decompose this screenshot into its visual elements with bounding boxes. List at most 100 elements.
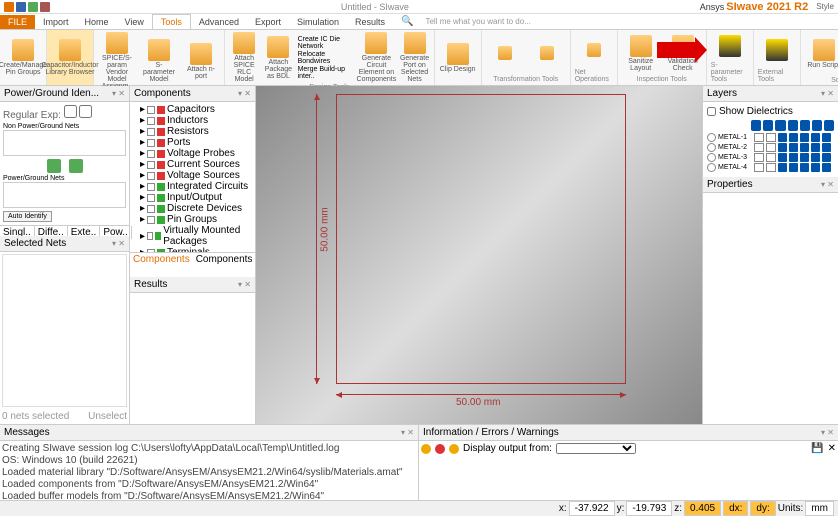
- layer-radio-4[interactable]: [707, 163, 716, 172]
- info-controls[interactable]: ▾ ✕: [821, 428, 834, 437]
- qat-undo-icon[interactable]: [28, 2, 38, 12]
- comp-inductors[interactable]: Inductors: [167, 115, 208, 126]
- highlight-arrow: [657, 42, 697, 58]
- qat-save-icon[interactable]: [16, 2, 26, 12]
- tab-advanced[interactable]: Advanced: [191, 15, 247, 29]
- status-y-label: y:: [617, 503, 625, 514]
- components-tab[interactable]: Components: [130, 253, 193, 277]
- layer-name-3: METAL-3: [718, 154, 752, 161]
- layer-radio-2[interactable]: [707, 143, 716, 152]
- messages-controls[interactable]: ▾ ✕: [401, 428, 414, 437]
- auto-identify-button[interactable]: Auto Identify: [3, 211, 52, 222]
- ribbon: Create/Manage Pin Groups Capacitor/Induc…: [0, 30, 838, 86]
- merge-buildup-button[interactable]: Merge Build-up inter..: [298, 66, 354, 80]
- show-dielectrics-check[interactable]: [707, 107, 716, 116]
- tab-home[interactable]: Home: [77, 15, 117, 29]
- non-pg-list[interactable]: [3, 130, 126, 156]
- tab-results[interactable]: Results: [347, 15, 393, 29]
- relocate-bondwires-button[interactable]: Relocate Bondwires: [298, 51, 354, 65]
- transform-button-2[interactable]: [528, 46, 566, 61]
- comp-ports[interactable]: Ports: [167, 137, 190, 148]
- info-icon[interactable]: [421, 444, 431, 454]
- attach-package-button[interactable]: Attach Package as BDL: [263, 36, 293, 80]
- window-title: Untitled - SIwave: [52, 2, 698, 12]
- create-ic-die-button[interactable]: Create IC Die Network: [298, 36, 354, 50]
- layer-radio-1[interactable]: [707, 133, 716, 142]
- attach-spice-button[interactable]: Attach SPICE RLC Model: [229, 32, 259, 83]
- spice-model-button[interactable]: SPICE/S-param Vendor Model Assignm..: [98, 32, 136, 90]
- tab-tools[interactable]: Tools: [152, 14, 191, 29]
- net-op-button[interactable]: [575, 43, 613, 58]
- display-output-select[interactable]: [556, 443, 636, 454]
- selnets-controls[interactable]: ▾ ✕: [112, 239, 125, 248]
- ribbon-tabs: FILE Import Home View Tools Advanced Exp…: [0, 14, 838, 30]
- cap-inductor-lib-button[interactable]: Capacitor/Inductor Library Browser: [51, 39, 89, 76]
- net-ops-label: Net Operations: [575, 69, 613, 83]
- tell-me-input[interactable]: Tell me what you want to do...: [425, 17, 530, 26]
- comp-io[interactable]: Input/Output: [167, 192, 222, 203]
- clip-design-button[interactable]: Clip Design: [439, 43, 477, 73]
- gen-port-button[interactable]: Generate Port on Selected Nets: [399, 32, 429, 83]
- qat-redo-icon[interactable]: [40, 2, 50, 12]
- selnets-count: 0 nets selected: [2, 411, 69, 422]
- layer-radio-3[interactable]: [707, 153, 716, 162]
- layer-name-1: METAL-1: [718, 134, 752, 141]
- inspection-tools-label: Inspection Tools: [637, 76, 687, 83]
- tab-simulation[interactable]: Simulation: [289, 15, 347, 29]
- comp-discrete[interactable]: Discrete Devices: [167, 203, 242, 214]
- comp-resistors[interactable]: Resistors: [167, 126, 209, 137]
- units-value[interactable]: mm: [805, 501, 834, 516]
- properties-controls[interactable]: ▾ ✕: [821, 180, 834, 189]
- comp-vprobes[interactable]: Voltage Probes: [167, 148, 235, 159]
- comp-csources[interactable]: Current Sources: [167, 159, 240, 170]
- search-icon: 🔍: [401, 16, 413, 27]
- pin-groups-button[interactable]: Create/Manage Pin Groups: [4, 39, 42, 76]
- info-clear-icon[interactable]: ✕: [828, 443, 836, 454]
- sparam-model-button[interactable]: S-parameter Model: [140, 39, 178, 83]
- error-icon[interactable]: [435, 444, 445, 454]
- comp-capacitors[interactable]: Capacitors: [167, 104, 215, 115]
- design-canvas[interactable]: 50.00 mm 50.00 mm: [256, 86, 702, 424]
- comp-vmp[interactable]: Virtually Mounted Packages: [163, 225, 253, 247]
- sparam-tools-button[interactable]: [711, 35, 749, 58]
- regex-check2[interactable]: [79, 105, 92, 118]
- attach-nport-button[interactable]: Attach n-port: [182, 43, 220, 80]
- sanitize-button[interactable]: Sanitize Layout: [622, 35, 660, 72]
- messages-title: Messages: [4, 427, 50, 438]
- unselect-button[interactable]: Unselect: [88, 411, 127, 422]
- move-up-button[interactable]: [69, 159, 83, 173]
- transform-button-1[interactable]: [486, 46, 524, 61]
- pg-panel-title: Power/Ground Iden...: [4, 88, 99, 99]
- components-controls[interactable]: ▾ ✕: [238, 89, 251, 98]
- pg-panel-controls[interactable]: ▾ ✕: [112, 89, 125, 98]
- regex-check1[interactable]: [64, 105, 77, 118]
- external-tools-button[interactable]: [758, 39, 796, 62]
- tab-import[interactable]: Import: [35, 15, 77, 29]
- warning-icon[interactable]: [449, 444, 459, 454]
- run-script-button[interactable]: Run Script: [805, 39, 838, 69]
- external-tools-label: External Tools: [758, 69, 796, 83]
- move-down-button[interactable]: [47, 159, 61, 173]
- info-save-icon[interactable]: 💾: [811, 443, 823, 454]
- sparam-tools-label: S-parameter Tools: [711, 62, 749, 83]
- comp-vsources[interactable]: Voltage Sources: [167, 170, 240, 181]
- version-label: SIwave 2021 R2: [726, 1, 808, 13]
- tab-file[interactable]: FILE: [0, 15, 35, 29]
- selnets-list[interactable]: [2, 254, 127, 407]
- messages-body[interactable]: Creating SIwave session log C:\Users\lof…: [0, 441, 418, 500]
- tab-export[interactable]: Export: [247, 15, 289, 29]
- components-tree[interactable]: ▸Capacitors ▸Inductors ▸Resistors ▸Ports…: [130, 102, 255, 252]
- layers-controls[interactable]: ▾ ✕: [821, 89, 834, 98]
- gen-circuit-el-button[interactable]: Generate Circuit Element on Components: [357, 32, 395, 83]
- tab-view[interactable]: View: [117, 15, 152, 29]
- display-output-label: Display output from:: [463, 443, 552, 454]
- style-dropdown[interactable]: Style: [816, 2, 834, 11]
- horizontal-dimension: 50.00 mm: [336, 394, 626, 395]
- results-controls[interactable]: ▾ ✕: [238, 280, 251, 289]
- comp-pingroups[interactable]: Pin Groups: [167, 214, 217, 225]
- regex-label: Regular Exp:: [3, 110, 61, 121]
- show-dielectrics-label: Show Dielectrics: [719, 106, 793, 117]
- pg-nets-list[interactable]: [3, 182, 126, 208]
- comp-ics[interactable]: Integrated Circuits: [167, 181, 248, 192]
- properties-title: Properties: [707, 179, 753, 190]
